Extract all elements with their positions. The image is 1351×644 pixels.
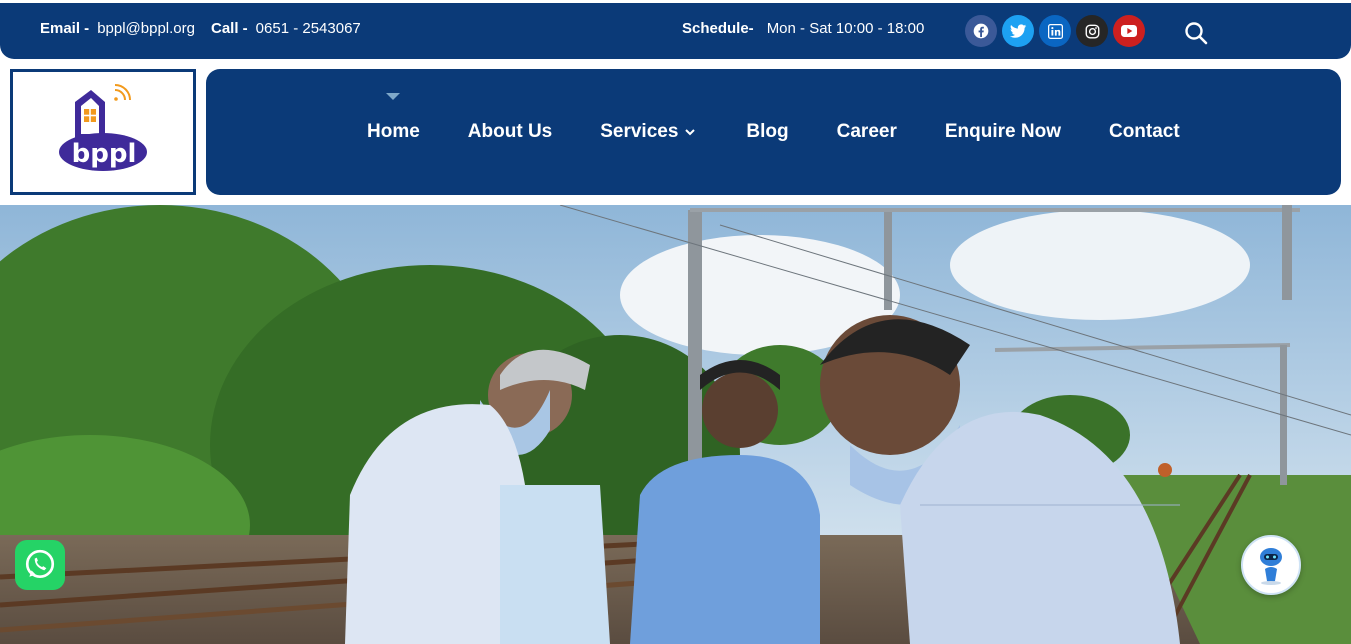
main-navbar: Home About Us Services Blog Career Enqui… xyxy=(206,69,1341,195)
twitter-icon[interactable] xyxy=(1002,15,1034,47)
facebook-icon[interactable] xyxy=(965,15,997,47)
nav-about-us[interactable]: About Us xyxy=(468,121,552,143)
schedule-value: Mon - Sat 10:00 - 18:00 xyxy=(766,20,925,37)
top-bar: Email - bppl@bppl.org Call - 0651 - 2543… xyxy=(0,3,1351,59)
logo-text: bppl xyxy=(72,139,137,169)
main-nav: Home About Us Services Blog Career Enqui… xyxy=(367,121,1180,143)
nav-enquire-now[interactable]: Enquire Now xyxy=(945,121,1061,143)
email-link[interactable]: bppl@bppl.org xyxy=(97,20,195,37)
search-icon[interactable] xyxy=(1184,21,1208,45)
chatbot-robot-icon xyxy=(1260,548,1282,585)
youtube-icon[interactable] xyxy=(1113,15,1145,47)
bppl-logo-icon: bppl xyxy=(59,84,147,171)
email-label: Email - xyxy=(40,20,90,37)
nav-home[interactable]: Home xyxy=(367,121,420,143)
active-indicator xyxy=(386,93,400,100)
contact-info: Email - bppl@bppl.org Call - 0651 - 2543… xyxy=(40,20,377,37)
whatsapp-icon xyxy=(25,549,55,579)
chatbot-button[interactable] xyxy=(1241,535,1301,595)
nav-services[interactable]: Services xyxy=(600,121,696,143)
nav-career[interactable]: Career xyxy=(837,121,897,143)
railway-inspection-photo xyxy=(0,205,1351,644)
whatsapp-button[interactable] xyxy=(15,540,65,590)
phone-link[interactable]: 0651 - 2543067 xyxy=(256,20,361,37)
instagram-icon[interactable] xyxy=(1076,15,1108,47)
call-label: Call - xyxy=(210,20,248,37)
linkedin-icon[interactable] xyxy=(1039,15,1071,47)
nav-contact[interactable]: Contact xyxy=(1109,121,1180,143)
schedule-label: Schedule- xyxy=(682,20,754,37)
hero-photo xyxy=(0,205,1351,644)
chevron-down-icon xyxy=(685,129,696,136)
schedule-info: Schedule- Mon - Sat 10:00 - 18:00 xyxy=(682,20,924,37)
site-logo[interactable]: bppl xyxy=(10,69,196,195)
nav-services-label: Services xyxy=(600,121,679,142)
nav-blog[interactable]: Blog xyxy=(746,121,788,143)
social-links xyxy=(965,15,1145,47)
